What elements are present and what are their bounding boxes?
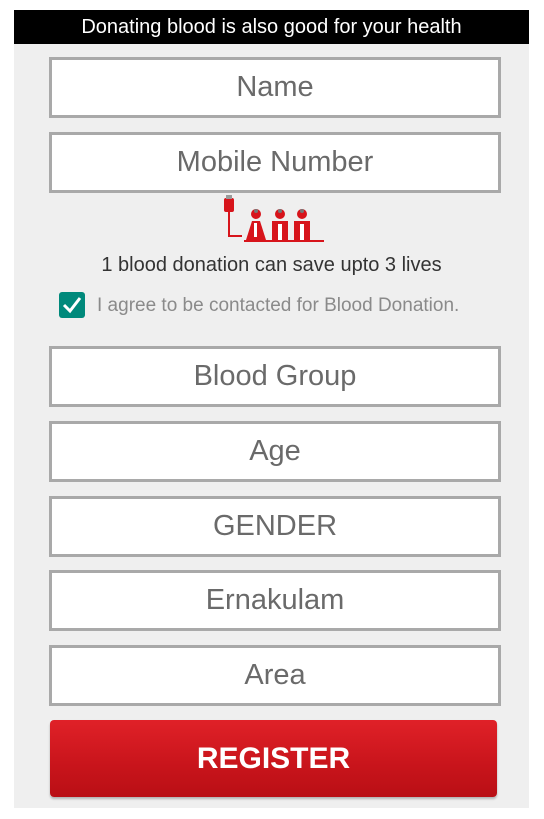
consent-row[interactable]: I agree to be contacted for Blood Donati… xyxy=(59,290,519,322)
consent-label: I agree to be contacted for Blood Donati… xyxy=(97,295,460,316)
lives-saved-tagline: 1 blood donation can save upto 3 lives xyxy=(101,254,442,276)
gender-select[interactable]: GENDER xyxy=(49,496,501,557)
area-select[interactable]: Area xyxy=(49,645,501,706)
mobile-number-field[interactable]: Mobile Number xyxy=(49,132,501,193)
consent-checkbox[interactable] xyxy=(59,292,85,318)
blood-donation-icon xyxy=(222,194,326,244)
health-banner: Donating blood is also good for your hea… xyxy=(14,10,529,44)
blood-group-select[interactable]: Blood Group xyxy=(49,346,501,407)
checkmark-icon xyxy=(62,297,82,314)
name-field[interactable]: Name xyxy=(49,57,501,118)
register-button[interactable]: REGISTER xyxy=(50,720,497,797)
district-select[interactable]: Ernakulam xyxy=(49,570,501,631)
age-field[interactable]: Age xyxy=(49,421,501,482)
